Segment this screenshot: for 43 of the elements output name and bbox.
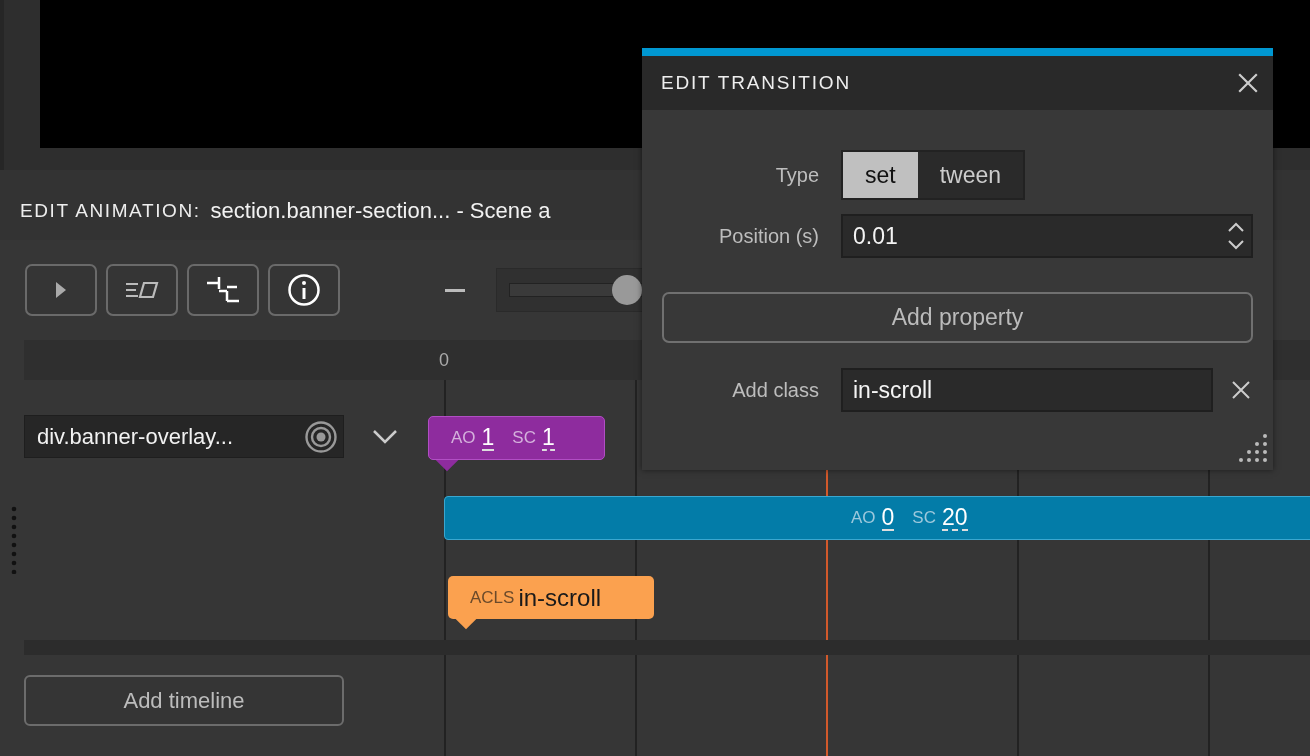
property-label: AO bbox=[851, 508, 876, 528]
info-button[interactable] bbox=[268, 264, 340, 316]
play-icon bbox=[55, 281, 67, 299]
class-input[interactable]: in-scroll bbox=[841, 368, 1213, 412]
remove-class-button[interactable] bbox=[1231, 380, 1251, 400]
add-timeline-button[interactable]: Add timeline bbox=[24, 675, 344, 726]
ease-button[interactable] bbox=[106, 264, 178, 316]
type-label: Type bbox=[774, 163, 819, 187]
close-icon bbox=[1231, 380, 1251, 400]
element-field[interactable]: div.banner-overlay... bbox=[24, 415, 344, 458]
close-icon bbox=[1237, 72, 1259, 94]
play-button[interactable] bbox=[25, 264, 97, 316]
ruler-label: 0 bbox=[439, 349, 449, 371]
property-value[interactable]: 1 bbox=[481, 425, 495, 451]
property-value[interactable]: 0 bbox=[881, 505, 895, 531]
position-label: Position (s) bbox=[717, 224, 819, 248]
panel-title: section.banner-section... - Scene a bbox=[210, 198, 551, 224]
position-input[interactable]: 0.01 bbox=[841, 214, 1253, 258]
dialog-title: EDIT TRANSITION bbox=[661, 72, 851, 94]
class-label: Add class bbox=[731, 378, 819, 402]
chevron-down-icon[interactable] bbox=[372, 428, 398, 445]
target-icon[interactable] bbox=[305, 420, 337, 453]
info-icon bbox=[287, 273, 321, 307]
ease-icon bbox=[125, 281, 159, 299]
property-label: AO bbox=[451, 428, 476, 448]
tween-bar[interactable]: AO 0 SC 20 bbox=[444, 496, 1310, 540]
drag-handle-icon[interactable] bbox=[11, 506, 17, 574]
property-label: SC bbox=[912, 508, 936, 528]
slider-thumb[interactable] bbox=[612, 275, 642, 305]
close-button[interactable] bbox=[1237, 72, 1259, 94]
class-marker[interactable]: ACLS in-scroll bbox=[448, 576, 654, 619]
class-value: in-scroll bbox=[518, 583, 602, 612]
property-label: SC bbox=[512, 428, 536, 448]
class-label: ACLS bbox=[470, 587, 515, 608]
keyframe-marker[interactable]: AO 1 SC 1 bbox=[428, 416, 605, 460]
tree-button[interactable] bbox=[187, 264, 259, 316]
property-value[interactable]: 1 bbox=[542, 425, 555, 451]
zoom-out-icon[interactable] bbox=[445, 288, 465, 292]
panel-heading: EDIT ANIMATION: bbox=[20, 200, 201, 222]
type-option[interactable]: tween bbox=[917, 152, 1024, 198]
add-property-button[interactable]: Add property bbox=[662, 292, 1253, 343]
property-value[interactable]: 20 bbox=[942, 505, 968, 531]
type-option[interactable]: set bbox=[843, 152, 918, 198]
